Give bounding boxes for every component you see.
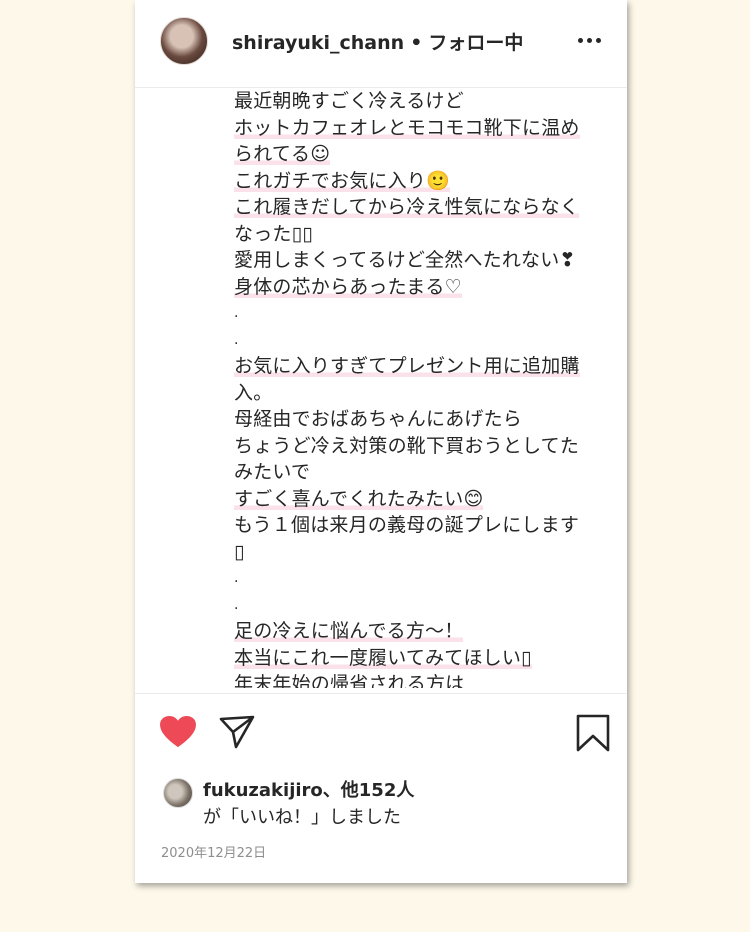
- likes-count[interactable]: fukuzakijiro、他152人: [203, 776, 414, 802]
- post-date: 2020年12月22日: [161, 846, 267, 861]
- username-link[interactable]: shirayuki_chann: [232, 32, 404, 54]
- share-icon[interactable]: [219, 715, 255, 749]
- caption-line: 入。: [234, 381, 273, 404]
- post-card: shirayuki_chann • フォロー中 最近朝晩すごく冷えるけどホットカフェ…: [135, 0, 627, 883]
- caption-line: 愛用しまくってるけど全然へたれない❣: [234, 249, 576, 271]
- caption-line: ちょうど冷え対策の靴下買おうとしてた: [234, 434, 580, 457]
- caption-line: 本当にこれ一度履いてみてほしい▯: [234, 646, 532, 669]
- caption-line: 足の冷えに悩んでる方〜！: [234, 620, 464, 642]
- more-icon[interactable]: [578, 38, 601, 43]
- caption-line: これ履きだしてから冷え性気にならなく: [234, 196, 580, 218]
- caption-line: .: [234, 331, 239, 348]
- bookmark-icon[interactable]: [576, 714, 610, 752]
- header-text: shirayuki_chann • フォロー中: [232, 28, 523, 55]
- caption-line: すごく喜んでくれたみたい😊: [234, 487, 484, 510]
- action-divider: [135, 693, 627, 694]
- header-separator: •: [410, 32, 423, 54]
- post-caption: 最近朝晩すごく冷えるけどホットカフェオレとモコモコ靴下に温め られてる☺ これガチで…: [234, 88, 619, 688]
- caption-line: .: [234, 305, 239, 321]
- caption-line: なった▯▯: [234, 222, 313, 245]
- caption-line: みたいで: [234, 461, 311, 483]
- caption-line: ホットカフェオレとモコモコ靴下に温め: [234, 116, 580, 139]
- caption-line: ▯: [234, 540, 245, 563]
- caption-line: .: [234, 596, 239, 613]
- caption-line: 年末年始の帰省される方は: [234, 673, 465, 688]
- caption-line: 最近朝晩すごく冷えるけど: [234, 90, 464, 112]
- follow-status-button[interactable]: フォロー中: [428, 32, 523, 54]
- caption-line: 身体の芯からあったまる♡: [234, 275, 462, 298]
- user-avatar[interactable]: [160, 17, 208, 65]
- post-header: shirayuki_chann • フォロー中: [135, 0, 627, 88]
- caption-line: お気に入りすぎてプレゼント用に追加購: [234, 355, 580, 377]
- caption-line: られてる☺: [234, 143, 331, 165]
- caption-line: .: [234, 570, 239, 586]
- heart-icon[interactable]: [159, 715, 197, 749]
- caption-line: 母経由でおばあちゃんにあげたら: [234, 408, 523, 430]
- caption-line: もう１個は来月の義母の誕プレにします: [234, 514, 580, 536]
- caption-line: これガチでお気に入り🙂: [234, 169, 450, 192]
- liker-avatar[interactable]: [163, 778, 193, 808]
- likes-suffix: が「いいね！」しました: [203, 807, 401, 828]
